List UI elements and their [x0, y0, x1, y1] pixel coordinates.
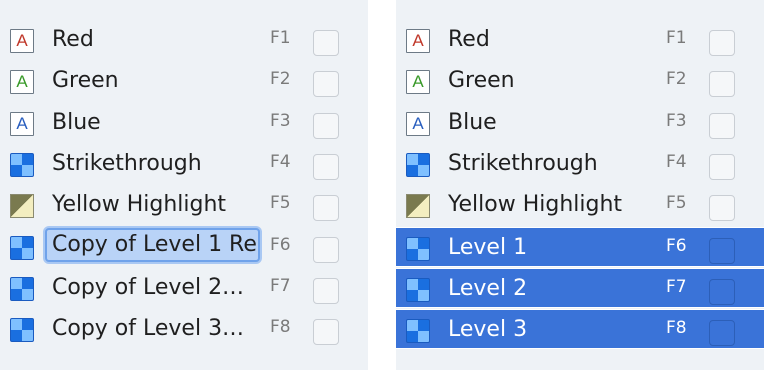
style-row[interactable]: Copy of Level 3… F8	[0, 309, 368, 349]
style-row-label: Copy of Level 2…	[52, 274, 245, 300]
shortcut-key-label: F7	[666, 276, 687, 297]
shortcut-key-label: F4	[666, 151, 687, 172]
letter-a-red-icon: A	[406, 29, 430, 53]
style-row-label: Red	[52, 27, 94, 52]
row-checkbox[interactable]	[709, 237, 735, 264]
letter-a-green-icon: A	[10, 70, 34, 95]
style-swatch-icon	[10, 276, 34, 301]
letter-a-green-icon: A	[406, 70, 430, 95]
row-checkbox[interactable]	[313, 30, 339, 56]
style-row[interactable]: Strikethrough F4	[396, 144, 764, 184]
style-row-label: Level 1	[448, 234, 528, 260]
row-checkbox[interactable]	[313, 236, 339, 263]
shortcut-key-label: F5	[270, 193, 291, 214]
row-checkbox[interactable]	[709, 112, 735, 139]
shortcut-key-label: F6	[666, 235, 687, 256]
style-row[interactable]: Yellow Highlight F5	[0, 185, 368, 225]
row-checkbox[interactable]	[313, 71, 339, 98]
style-swatch-icon	[406, 277, 430, 302]
letter-a-blue-icon: A	[406, 111, 430, 136]
style-row-label: Strikethrough	[448, 150, 598, 176]
style-row-label: Yellow Highlight	[52, 192, 227, 218]
shortcut-key-label: F8	[270, 317, 291, 338]
shortcut-key-label: F2	[666, 69, 687, 90]
style-row[interactable]: Level 2 F7	[396, 267, 764, 308]
style-swatch-icon	[10, 318, 34, 343]
style-row[interactable]: A Green F2	[396, 61, 764, 101]
shortcut-key-label: F3	[270, 110, 291, 131]
row-checkbox[interactable]	[709, 320, 735, 347]
style-name-edit-field[interactable]: Copy of Level 1 Re	[45, 227, 260, 262]
style-row[interactable]: Copy of Level 1 Re F6	[0, 227, 368, 267]
style-row[interactable]: A Blue F3	[0, 103, 368, 143]
style-row[interactable]: Strikethrough F4	[0, 144, 368, 184]
style-swatch-icon	[10, 235, 34, 260]
shortcut-key-label: F7	[270, 275, 291, 296]
shortcut-key-label: F3	[666, 110, 687, 131]
row-checkbox[interactable]	[313, 277, 339, 304]
style-row[interactable]: A Green F2	[0, 61, 368, 101]
style-list-panel-left: A Red F1 A Green F2 A Blue F3 Strikethrough F4 Yell…	[0, 0, 368, 370]
style-row[interactable]: Level 3 F8	[396, 309, 764, 350]
style-row-label: Copy of Level 3…	[52, 316, 245, 342]
row-checkbox[interactable]	[709, 195, 735, 222]
style-row-label: Blue	[448, 109, 497, 135]
style-swatch-icon	[406, 152, 430, 177]
style-swatch-icon	[406, 319, 430, 344]
style-swatch-icon	[406, 236, 430, 261]
style-row[interactable]: A Blue F3	[396, 103, 764, 143]
highlight-swatch-icon	[406, 194, 430, 219]
row-checkbox[interactable]	[709, 71, 735, 98]
style-row-label: Yellow Highlight	[448, 192, 623, 218]
row-checkbox[interactable]	[313, 319, 339, 346]
style-row-label: Strikethrough	[52, 150, 202, 176]
row-checkbox[interactable]	[313, 153, 339, 180]
letter-a-red-icon: A	[10, 29, 34, 53]
style-row-label: Blue	[52, 109, 101, 135]
style-row[interactable]: Level 1 F6	[396, 226, 764, 267]
shortcut-key-label: F1	[270, 28, 291, 48]
shortcut-key-label: F1	[666, 28, 687, 48]
letter-a-blue-icon: A	[10, 111, 34, 136]
shortcut-key-label: F6	[270, 234, 291, 255]
row-checkbox[interactable]	[313, 112, 339, 139]
shortcut-key-label: F5	[666, 193, 687, 214]
shortcut-key-label: F8	[666, 318, 687, 339]
style-row-label: Level 3	[448, 317, 528, 343]
style-row-label: Green	[448, 68, 515, 94]
row-checkbox[interactable]	[709, 30, 735, 56]
highlight-swatch-icon	[10, 194, 34, 219]
style-list-panel-right: A Red F1 A Green F2 A Blue F3 Strikethrough F4 Yell…	[396, 0, 764, 370]
style-row[interactable]: Yellow Highlight F5	[396, 185, 764, 225]
style-row-label: Green	[52, 68, 119, 94]
style-row-label: Red	[448, 27, 490, 52]
style-row[interactable]: A Red F1	[396, 20, 764, 60]
shortcut-key-label: F2	[270, 69, 291, 90]
style-swatch-icon	[10, 152, 34, 177]
style-row[interactable]: A Red F1	[0, 20, 368, 60]
row-checkbox[interactable]	[709, 278, 735, 305]
row-checkbox[interactable]	[313, 195, 339, 222]
style-row[interactable]: Copy of Level 2… F7	[0, 268, 368, 308]
style-row-label: Level 2	[448, 275, 528, 301]
row-checkbox[interactable]	[709, 153, 735, 180]
shortcut-key-label: F4	[270, 151, 291, 172]
